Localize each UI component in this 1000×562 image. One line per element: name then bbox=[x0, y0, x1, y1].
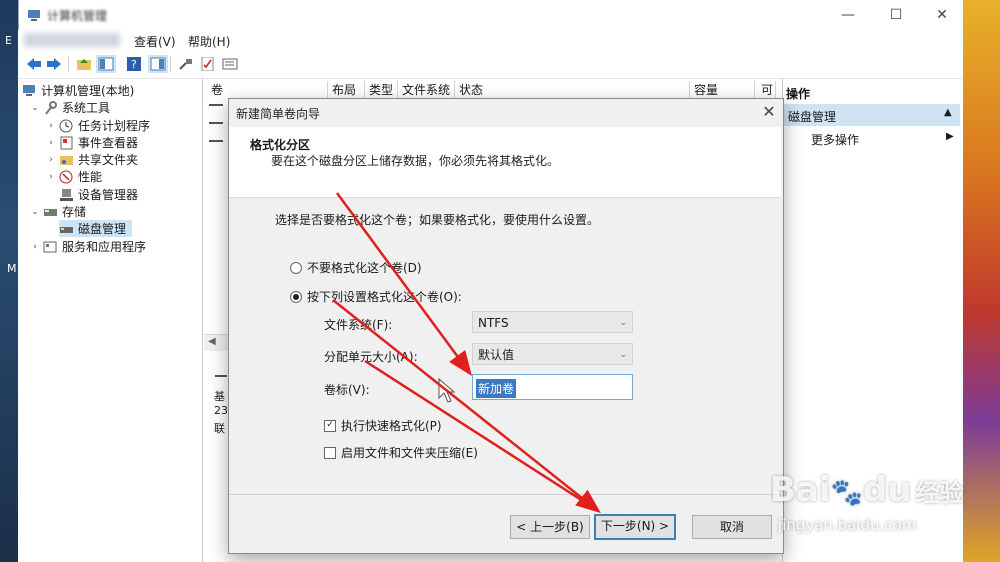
paw-icon: 🐾 bbox=[830, 478, 863, 508]
arrow-to-next-button-2 bbox=[364, 359, 598, 512]
arrow-to-volume-label bbox=[335, 192, 472, 377]
watermark-brand2: du bbox=[862, 470, 912, 510]
watermark-brand-cn: 经验 bbox=[915, 479, 964, 507]
watermark-brand: Bai bbox=[770, 470, 831, 510]
baidu-watermark: Bai🐾du 经验 bbox=[770, 470, 963, 510]
watermark-url: jingyan.baidu.com bbox=[778, 516, 917, 534]
arrow-to-next-button bbox=[332, 299, 601, 514]
